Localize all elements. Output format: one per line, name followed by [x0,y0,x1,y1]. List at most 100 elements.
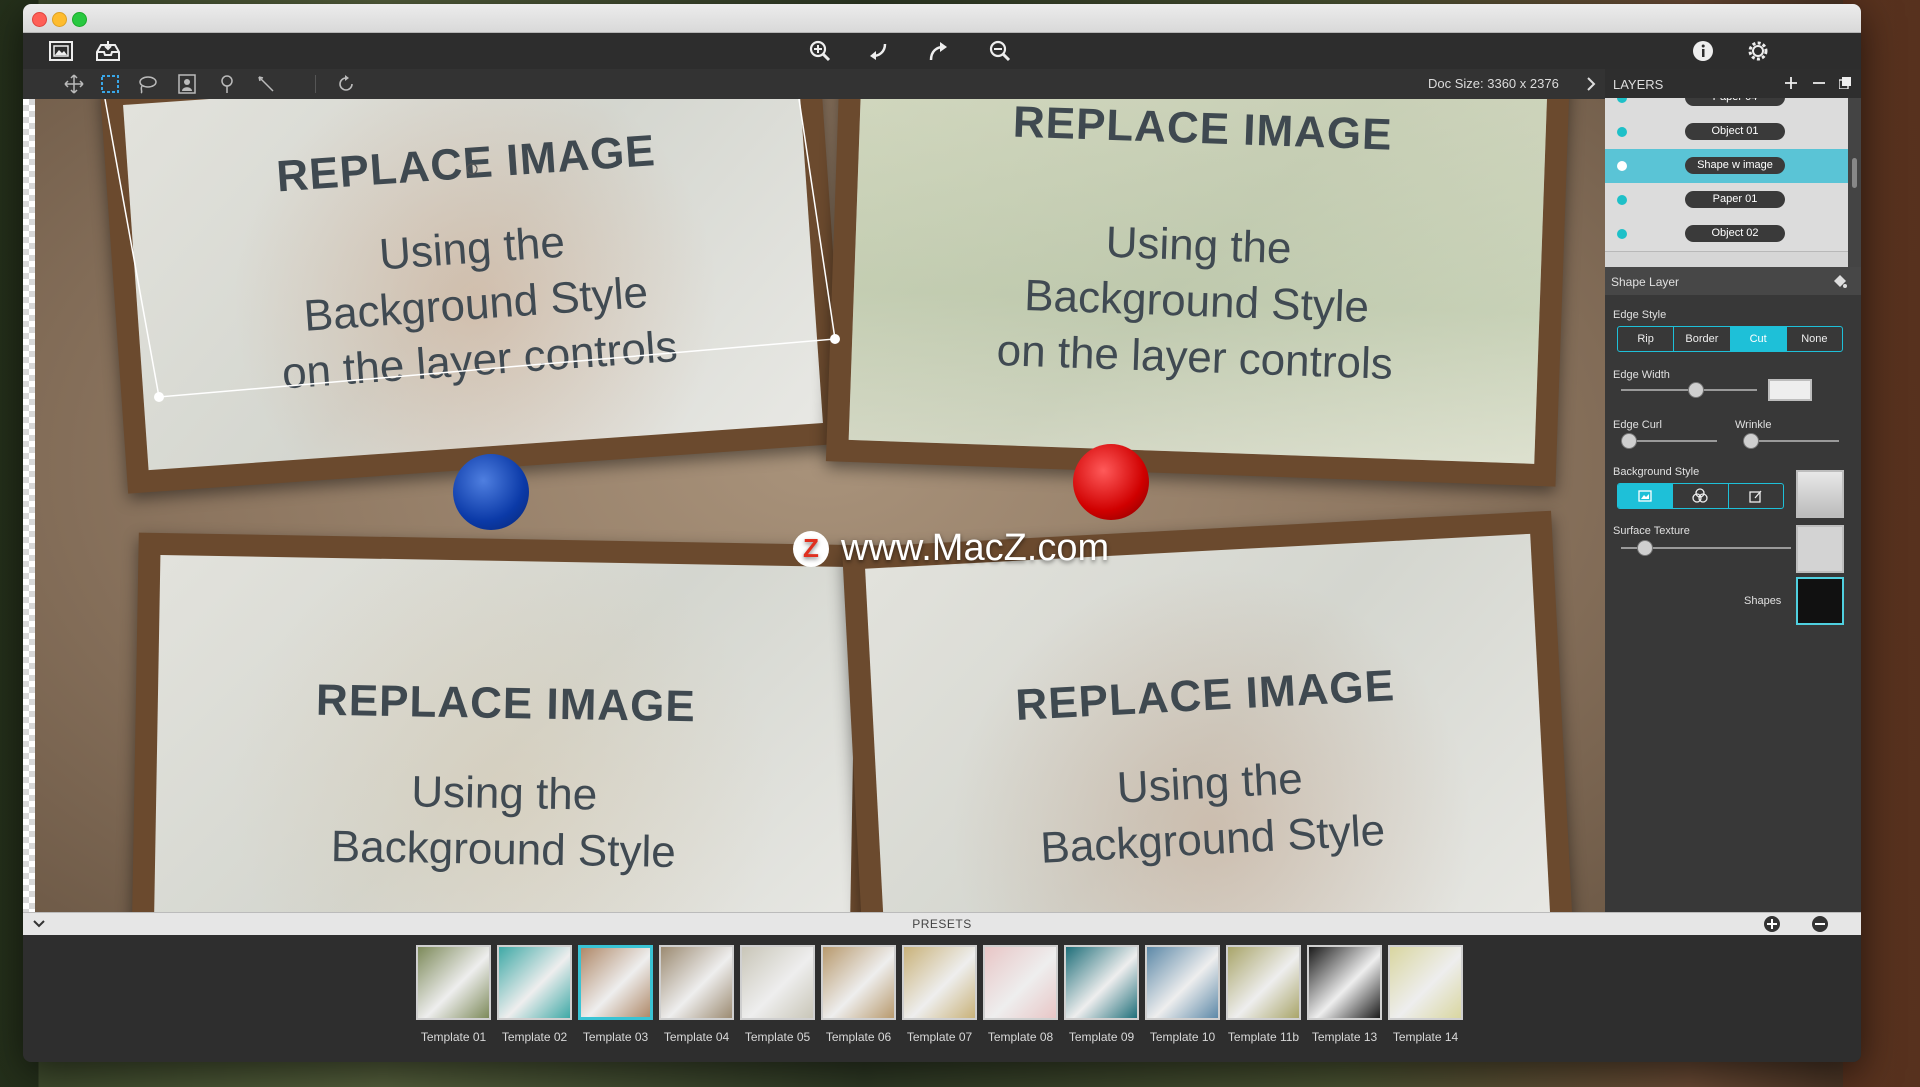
wrinkle-label: Wrinkle [1735,419,1772,431]
selection-box[interactable] [83,99,843,429]
photo-frame-3[interactable]: REPLACE IMAGE Using the Background Style [131,532,879,912]
zoom-out-button[interactable] [988,39,1012,63]
edge-style-label: Edge Style [1613,309,1667,321]
layers-title: LAYERS [1613,77,1664,92]
undo-icon [870,43,887,60]
visibility-dot-icon[interactable] [1617,98,1627,103]
redo-icon [929,42,947,61]
image-icon [1638,490,1652,502]
visibility-dot-icon[interactable] [1617,195,1627,205]
add-preset-button[interactable] [1763,915,1781,933]
add-layer-button[interactable] [1783,75,1799,91]
edge-curl-slider[interactable] [1621,433,1717,449]
blue-push-pin [453,454,529,530]
color-circles-icon [1692,488,1709,503]
canvas-area[interactable]: REPLACE IMAGE Using the Background Style… [23,99,1605,912]
edge-width-color-swatch[interactable] [1768,379,1812,401]
preset-thumbnail[interactable] [1226,945,1301,1020]
slider-knob[interactable] [1743,433,1759,449]
close-window-button[interactable] [32,12,47,27]
layer-list: Paper 04 Object 01 Shape w image Paper 0… [1605,98,1848,267]
photo-frame-2[interactable]: REPLACE IMAGE Using the Background Style… [825,99,1571,487]
preset-thumbnail[interactable] [1307,945,1382,1020]
person-select-tool[interactable] [176,73,198,95]
redo-button[interactable] [926,39,950,63]
photo-frame-4[interactable]: REPLACE IMAGE Using the Background Style [841,510,1575,912]
layer-row[interactable]: Paper 01 [1605,183,1848,218]
tools-toolbar: Doc Size: 3360 x 2376 [23,69,1605,100]
preset-thumbnail[interactable] [578,945,653,1020]
presets-strip: Template 01 Template 02 Template 03 Templat… [23,935,1861,1062]
preset-label: Template 11b [1227,1030,1300,1044]
lasso-tool[interactable] [136,73,158,95]
edge-style-border[interactable]: Border [1674,327,1731,351]
edge-width-slider[interactable] [1621,382,1757,398]
preset-label: Template 14 [1392,1030,1459,1044]
minus-icon [1813,82,1825,84]
background-style-blend[interactable] [1673,484,1729,508]
layer-row[interactable]: Object 01 [1605,115,1848,150]
edge-style-cut[interactable]: Cut [1730,327,1787,351]
preset-thumbnail[interactable] [1064,945,1139,1020]
layer-options-button[interactable] [1831,272,1849,290]
preset-thumbnail[interactable] [983,945,1058,1020]
surface-texture-slider[interactable] [1621,540,1791,556]
preset-thumbnail[interactable] [659,945,734,1020]
preset-thumbnail[interactable] [1145,945,1220,1020]
preset-thumbnail[interactable] [821,945,896,1020]
visibility-dot-icon[interactable] [1617,161,1627,171]
minus-circle-icon [1812,916,1828,932]
paint-bucket-icon [1834,275,1847,288]
background-style-fill[interactable] [1729,484,1783,508]
layer-name: Paper 01 [1685,191,1785,208]
undo-button[interactable] [866,39,890,63]
layer-row-selected[interactable]: Shape w image [1605,149,1848,184]
preset-thumbnail[interactable] [497,945,572,1020]
background-image-preview[interactable] [1796,470,1844,518]
export-button[interactable] [95,39,121,63]
slider-knob[interactable] [1688,382,1705,398]
move-tool[interactable] [63,73,85,95]
edge-style-rip[interactable]: Rip [1618,327,1675,351]
brush-tool[interactable] [216,73,238,95]
preset-label: Template 09 [1068,1030,1135,1044]
red-push-pin [1073,444,1149,520]
layer-row[interactable]: Object 02 [1605,217,1848,252]
surface-texture-preview[interactable] [1796,525,1844,573]
preset-label: Template 07 [906,1030,973,1044]
layers-scrollbar[interactable] [1848,98,1861,267]
zoom-in-button[interactable] [808,39,832,63]
tool-separator [315,75,316,93]
shapes-preview[interactable] [1796,577,1844,625]
preset-thumbnail[interactable] [416,945,491,1020]
surface-texture-label: Surface Texture [1613,525,1690,537]
zoom-window-button[interactable] [72,12,87,27]
wrinkle-slider[interactable] [1743,433,1839,449]
slider-knob[interactable] [1636,540,1653,556]
visibility-dot-icon[interactable] [1617,229,1627,239]
info-button[interactable] [1691,39,1715,63]
edge-style-none[interactable]: None [1787,327,1842,351]
background-style-image[interactable] [1618,484,1674,508]
preset-thumbnail[interactable] [740,945,815,1020]
edge-width-label: Edge Width [1613,369,1670,381]
layer-row[interactable]: Paper 04 [1605,98,1848,116]
duplicate-layer-button[interactable] [1837,75,1853,91]
lasso-icon [139,76,157,94]
minimize-window-button[interactable] [52,12,67,27]
zoom-out-icon [989,40,1011,62]
preset-thumbnail[interactable] [902,945,977,1020]
visibility-dot-icon[interactable] [1617,127,1627,137]
remove-layer-button[interactable] [1811,75,1827,91]
line-tool[interactable] [255,73,277,95]
open-image-button[interactable] [49,40,73,62]
slider-knob[interactable] [1621,433,1637,449]
rotate-tool[interactable] [335,73,357,95]
preset-thumbnail[interactable] [1388,945,1463,1020]
expand-panel-chevron-icon[interactable] [1583,73,1599,95]
settings-button[interactable] [1746,39,1770,63]
marquee-tool[interactable] [99,73,121,95]
photo-paper-2: REPLACE IMAGE Using the Background Style… [848,99,1548,464]
remove-preset-button[interactable] [1811,915,1829,933]
title-bar [23,4,1861,33]
